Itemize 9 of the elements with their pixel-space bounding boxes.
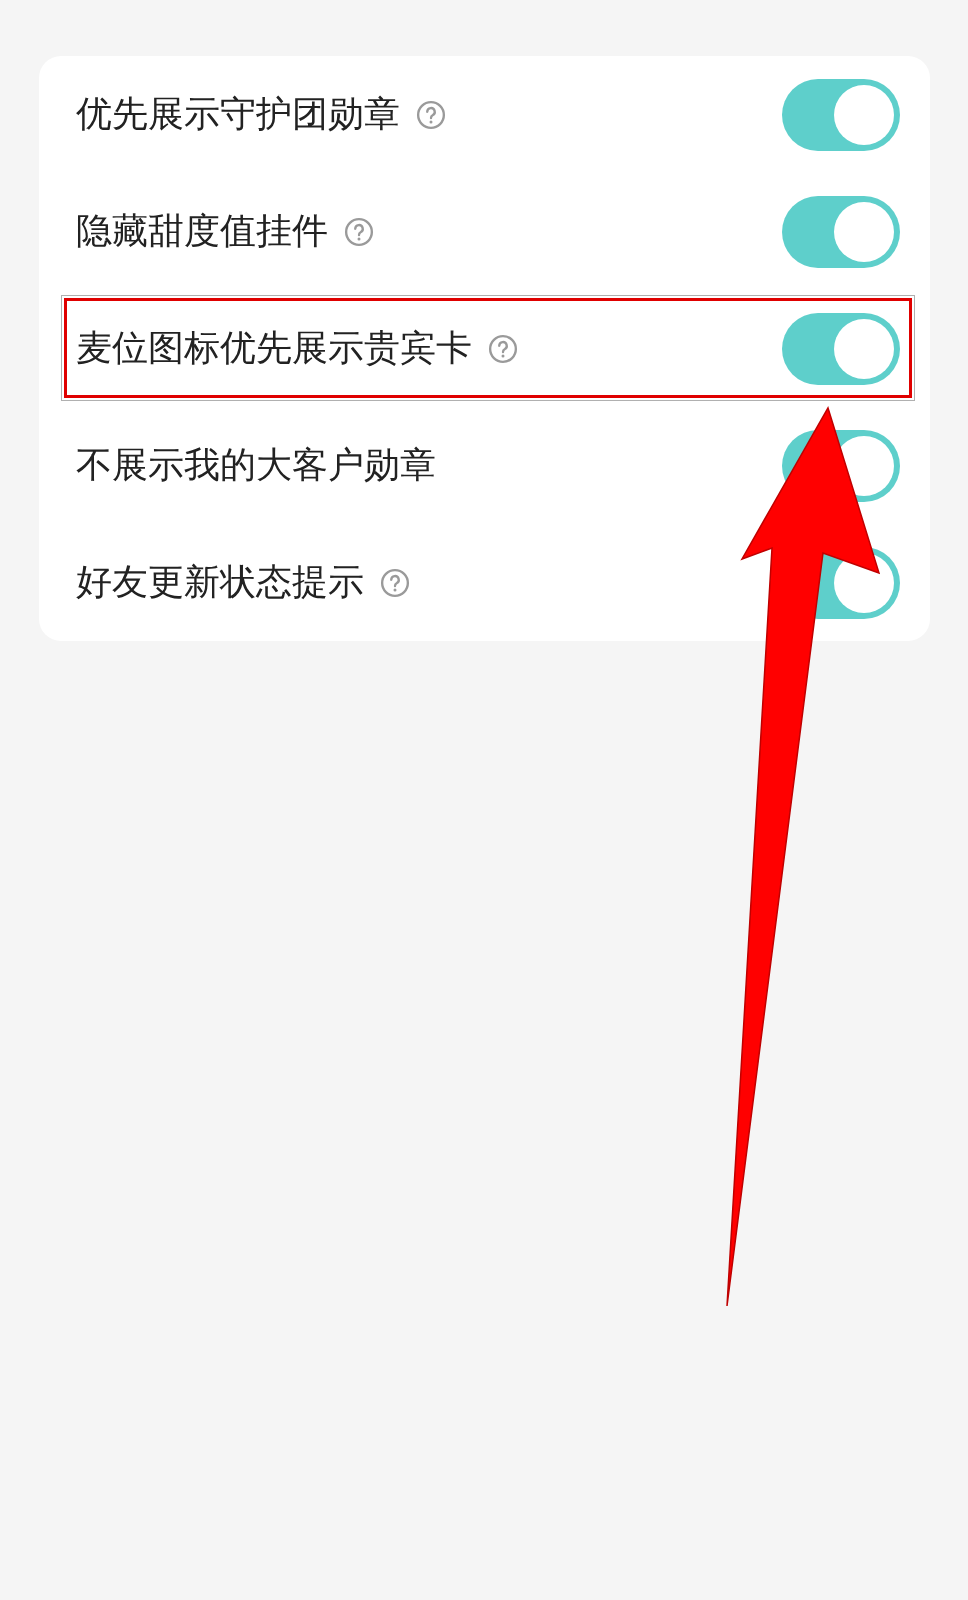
setting-label: 麦位图标优先展示贵宾卡 [76, 326, 472, 370]
help-icon[interactable] [344, 216, 374, 247]
setting-label: 好友更新状态提示 [76, 560, 364, 604]
help-icon[interactable] [380, 567, 410, 598]
help-icon[interactable] [488, 333, 518, 364]
help-icon[interactable] [416, 99, 446, 130]
setting-label: 隐藏甜度值挂件 [76, 209, 328, 253]
setting-label: 优先展示守护团勋章 [76, 92, 400, 136]
setting-label: 不展示我的大客户勋章 [76, 443, 436, 487]
